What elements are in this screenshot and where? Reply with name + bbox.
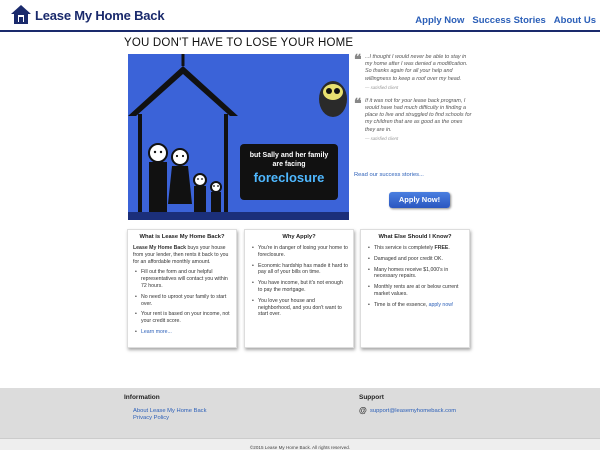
nav-success-stories[interactable]: Success Stories (472, 15, 545, 26)
family-house-illustration (128, 54, 349, 220)
card-what-is: What is Lease My Home Back? Lease My Hom… (127, 229, 237, 348)
testimonial-source: — satisfied client (365, 84, 399, 90)
list-item: Your rent is based on your income, not y… (133, 311, 231, 325)
page-title: YOU DON'T HAVE TO LOSE YOUR HOME (124, 37, 354, 49)
card-list: Fill out the form and our helpful repres… (133, 269, 231, 335)
sign-line-2: are facing (272, 161, 306, 168)
card-title: Why Apply? (282, 234, 316, 240)
list-item: Monthly rents are at or below current ma… (366, 284, 464, 298)
nav-about-us[interactable]: About Us (554, 15, 596, 26)
house-icon (11, 5, 31, 24)
support-email-link[interactable]: support@leasemyhomeback.com (370, 408, 456, 414)
card-list: You're in danger of losing your home to … (250, 245, 348, 318)
testimonials: ❝ ...I thought I would never be able to … (354, 52, 474, 149)
testimonial-text: ...I thought I would never be able to st… (365, 54, 468, 82)
apply-now-button[interactable]: Apply Now! (389, 192, 450, 208)
list-item: This service is completely FREE. (366, 245, 464, 252)
card-list: This service is completely FREE. Damaged… (366, 245, 464, 309)
quote-icon: ❝ (354, 95, 362, 112)
card-title: What Else Should I Know? (378, 234, 452, 240)
site-logo[interactable]: Lease My Home Back (10, 3, 165, 27)
nav-apply-now[interactable]: Apply Now (415, 15, 464, 26)
list-item: Damaged and poor credit OK. (366, 256, 464, 263)
apply-now-link[interactable]: apply now! (429, 302, 454, 308)
footer-info-heading: Information (124, 394, 160, 401)
at-sign-icon: @ (359, 406, 367, 415)
testimonial: ❝ If it was not for your lease back prog… (354, 95, 474, 141)
quote-icon: ❝ (354, 52, 362, 68)
main-nav: Apply Now Success Stories About Us (415, 15, 596, 26)
list-item: You love your house and neighborhood, an… (250, 298, 348, 318)
logo-text: Lease My Home Back (35, 7, 165, 23)
list-item: Economic hardship has made it hard to pa… (250, 263, 348, 277)
list-item: Time is of the essence, apply now! (366, 302, 464, 309)
footer-support-heading: Support (359, 394, 384, 401)
list-item: Many homes receive $1,000's in necessary… (366, 267, 464, 281)
footer-privacy-link[interactable]: Privacy Policy (133, 415, 169, 421)
hero-illustration: but Sally and her family are facing fore… (128, 54, 349, 220)
site-header: Lease My Home Back Apply Now Success Sto… (0, 0, 600, 32)
list-item: Fill out the form and our helpful repres… (133, 269, 231, 289)
copyright: ©2015 Lease My Home Back. All rights res… (249, 445, 351, 450)
learn-more-link[interactable]: Learn more... (141, 329, 172, 335)
list-item: You have income, but it's not enough to … (250, 280, 348, 294)
card-why-apply: Why Apply? You're in danger of losing yo… (244, 229, 354, 348)
list-item: You're in danger of losing your home to … (250, 245, 348, 259)
testimonial-source: — satisfied client (365, 135, 399, 141)
footer-about-link[interactable]: About Lease My Home Back (133, 408, 206, 414)
list-item: No need to uproot your family to start o… (133, 294, 231, 308)
card-what-else: What Else Should I Know? This service is… (360, 229, 470, 348)
sign-line-3: foreclosure (253, 170, 325, 185)
card-intro: Lease My Home Back buys your house from … (133, 245, 229, 265)
card-title: What is Lease My Home Back? (139, 234, 225, 240)
sign-line-1: but Sally and her family (249, 152, 329, 159)
testimonial-text: If it was not for your lease back progra… (365, 97, 472, 133)
testimonial: ❝ ...I thought I would never be able to … (354, 52, 474, 90)
list-item: Learn more... (133, 329, 231, 336)
success-stories-link[interactable]: Read our success stories... (354, 172, 424, 178)
